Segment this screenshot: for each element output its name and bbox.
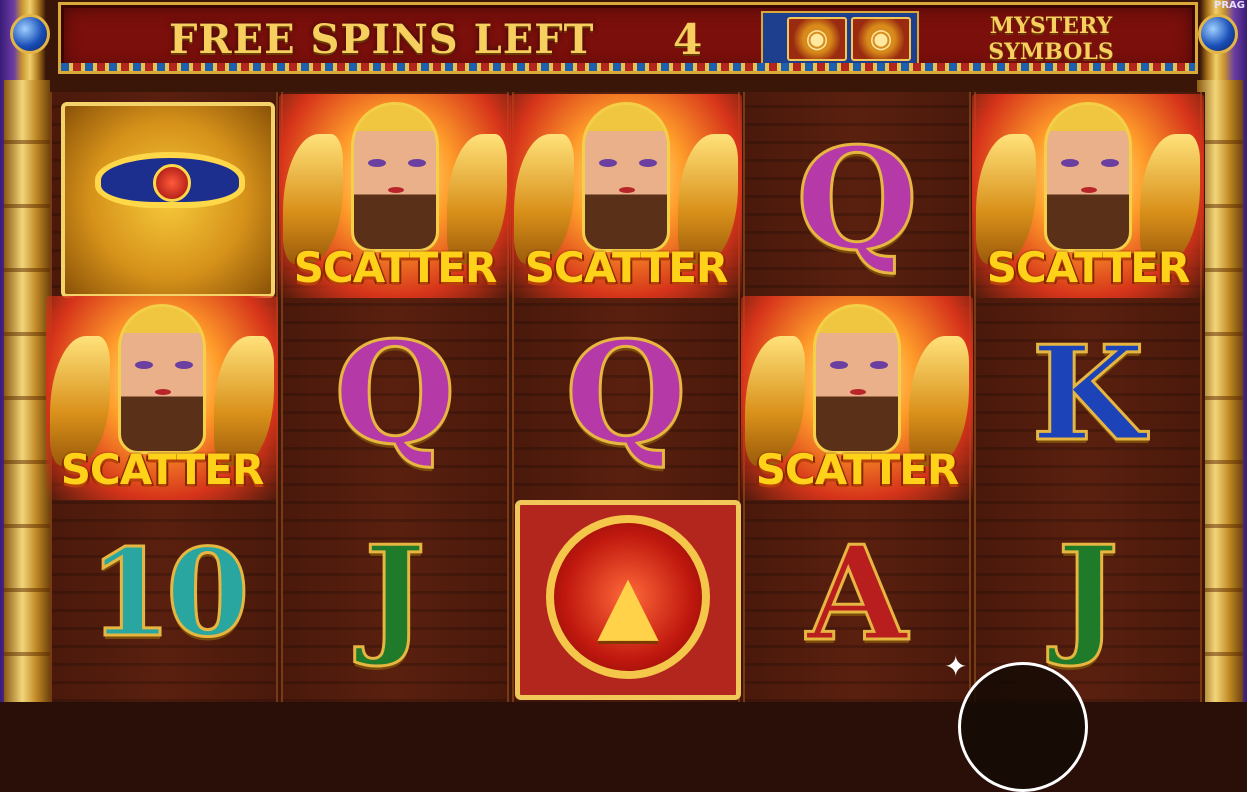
cleopatra-portrait: [813, 304, 901, 454]
j-symbol: J: [1056, 517, 1120, 670]
symbol-scatter: SCATTER: [972, 94, 1204, 298]
cat-icon: ▲: [597, 557, 659, 650]
blue-gem-ornament-left: [10, 14, 50, 54]
scatter-label: SCATTER: [293, 243, 498, 292]
ten-symbol: 10: [87, 523, 251, 664]
symbol-j: J: [279, 492, 511, 696]
k-symbol: K: [1030, 317, 1146, 470]
symbol-q: Q: [741, 98, 973, 302]
free-spins-label: FREE SPINS LEFT: [169, 16, 595, 63]
spin-button[interactable]: [958, 662, 1088, 792]
q-symbol: Q: [333, 312, 458, 476]
scatter-label: SCATTER: [986, 243, 1191, 292]
cat-icon: ◉: [787, 17, 847, 61]
free-spins-banner: FREE SPINS LEFT 4 ◉ ◉ MYSTERY SYMBOLS: [58, 2, 1198, 74]
cleopatra-portrait: [351, 102, 439, 252]
eye-of-horus-tile: [61, 102, 275, 298]
symbol-scatter: SCATTER: [46, 296, 278, 500]
mystery-symbols-label: MYSTERY SYMBOLS: [966, 13, 1136, 69]
eye-of-horus-icon: [95, 152, 245, 208]
reel-grid: SCATTER 10 SCATTER Q J SCATTER Q ▲ Q SCA…: [46, 92, 1205, 702]
symbol-cat: ▲: [512, 498, 744, 702]
symbol-q: Q: [510, 292, 742, 496]
cleopatra-portrait: [582, 102, 670, 252]
q-symbol: Q: [564, 312, 689, 476]
symbol-a: A: [741, 492, 973, 696]
scatter-label: SCATTER: [755, 445, 960, 494]
red-medallion: ▲: [546, 515, 710, 679]
symbol-scatter: SCATTER: [510, 94, 742, 298]
mystery-label-line1: MYSTERY: [989, 13, 1113, 39]
symbol-scatter: SCATTER: [279, 94, 511, 298]
scatter-label: SCATTER: [60, 445, 265, 494]
symbol-ten: 10: [50, 492, 282, 696]
symbol-eye-of-horus: [52, 98, 284, 302]
brand-logo: PRAG: [1214, 0, 1245, 11]
free-spins-count: 4: [673, 15, 703, 64]
decorative-strip: [61, 63, 1195, 71]
left-pillar: [4, 80, 50, 702]
cat-tile: ▲: [515, 500, 741, 700]
q-symbol: Q: [795, 118, 920, 282]
blue-gem-ornament-right: [1198, 14, 1238, 54]
sparkle-icon: ✦: [944, 650, 968, 683]
mystery-label-line2: SYMBOLS: [988, 39, 1114, 65]
eye-of-horus-icon: ◉: [851, 17, 911, 61]
scatter-label: SCATTER: [524, 243, 729, 292]
cleopatra-portrait: [118, 304, 206, 454]
symbol-scatter: SCATTER: [741, 296, 973, 500]
symbol-q: Q: [279, 292, 511, 496]
mystery-symbols-preview: ◉ ◉: [761, 11, 919, 67]
a-symbol: A: [805, 517, 909, 670]
j-symbol: J: [363, 517, 427, 670]
cleopatra-portrait: [1044, 102, 1132, 252]
symbol-k: K: [972, 292, 1204, 496]
